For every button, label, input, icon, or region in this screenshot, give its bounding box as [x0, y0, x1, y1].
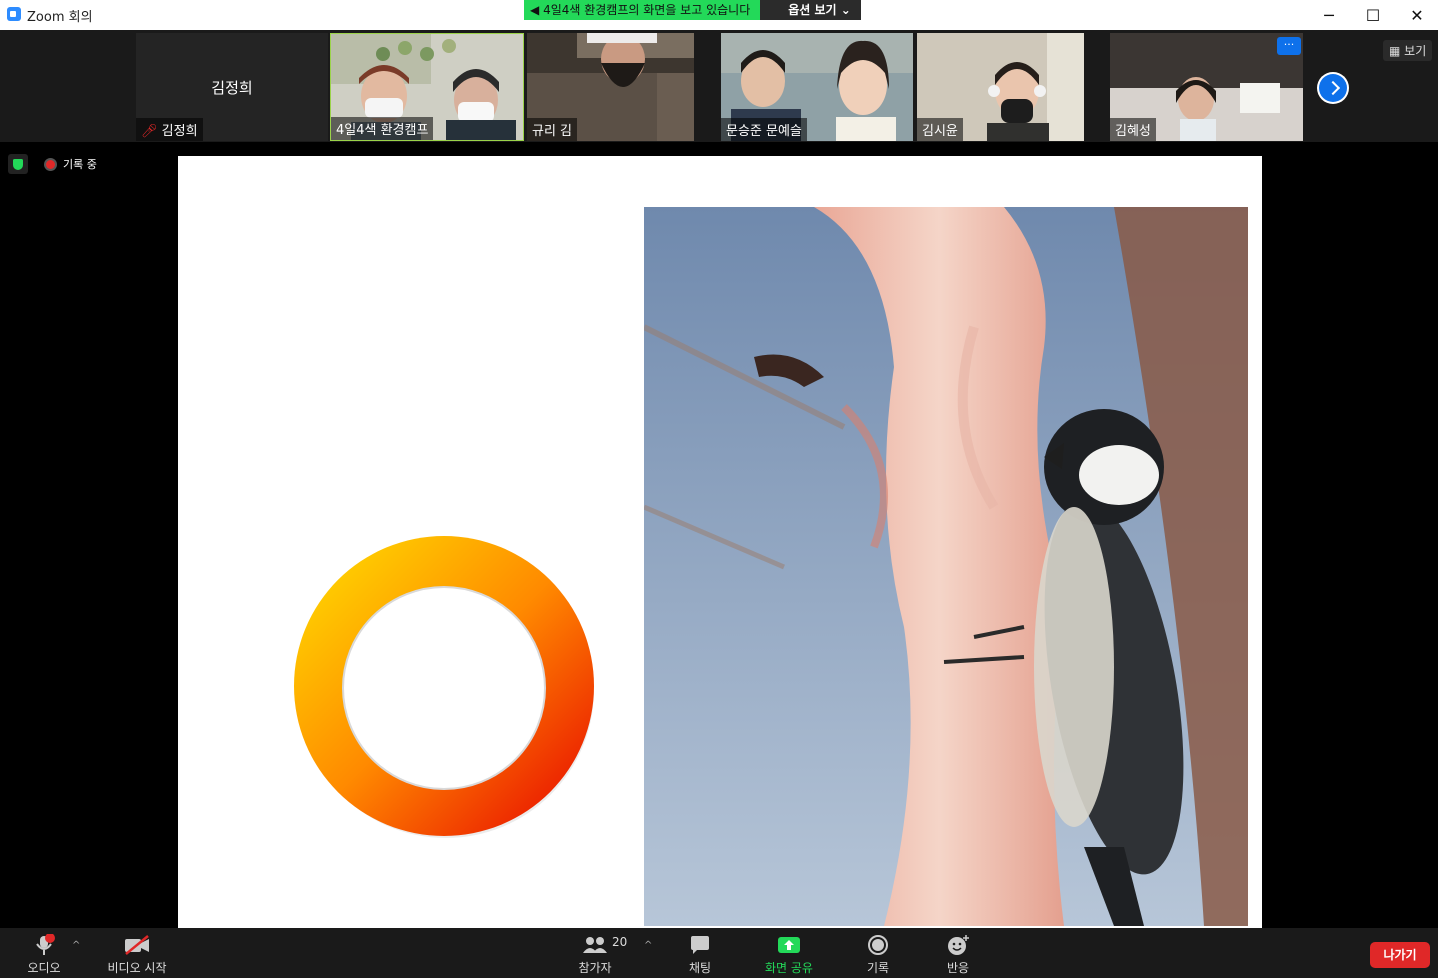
window-titlebar: Zoom 회의 ◀ 4일4색 환경캠프의 화면을 보고 있습니다 옵션 보기 ⌄… — [0, 0, 1438, 30]
smiley-icon — [948, 935, 969, 955]
record-label: 기록 — [866, 961, 890, 975]
video-off-icon — [125, 935, 149, 955]
participants-count: 20 — [612, 935, 628, 949]
chat-button[interactable]: 채팅 — [680, 928, 720, 978]
recording-label: 기록 중 — [63, 158, 97, 171]
participant-name-tag: 🎤︎ 김정희 — [136, 118, 203, 141]
more-options-button[interactable]: ··· — [1277, 37, 1301, 55]
chat-icon — [691, 936, 709, 954]
share-banner-message: ◀ 4일4색 환경캠프의 화면을 보고 있습니다 — [524, 0, 761, 20]
recording-indicator: 기록 중 — [46, 156, 97, 172]
speaker-icon: ◀ — [530, 3, 540, 17]
muted-mic-icon: 🎤︎ — [141, 124, 158, 139]
participant-display-name: 김정희 — [211, 79, 253, 97]
participants-icon — [583, 937, 607, 953]
participant-strip: 김정희 🎤︎ 김정희 4일4색 환경캠프 규리 김 문승준 문예슬 김시윤 ··… — [0, 30, 1438, 142]
participant-name: 김시윤 — [917, 118, 963, 141]
audio-options-caret[interactable]: ^ — [72, 940, 80, 951]
audio-button[interactable]: 오디오 — [24, 928, 64, 978]
chevron-down-icon: ⌄ — [840, 3, 851, 17]
view-button[interactable]: ▦ 보기 — [1383, 40, 1433, 61]
participant-name: 4일4색 환경캠프 — [331, 117, 434, 140]
participant-name: 문승준 문예슬 — [721, 118, 807, 141]
participant-tile[interactable]: 김정희 🎤︎ 김정희 — [136, 33, 328, 141]
participant-name: 규리 김 — [527, 118, 578, 141]
participant-tile-active-speaker[interactable]: 4일4색 환경캠프 — [330, 33, 524, 141]
reactions-button[interactable]: 반응 — [940, 928, 976, 978]
participant-tile[interactable]: 김시윤 — [917, 33, 1084, 141]
window-title: Zoom 회의 — [27, 10, 93, 25]
audio-label: 오디오 — [27, 961, 61, 975]
minimize-button[interactable]: ─ — [1306, 0, 1352, 30]
security-shield-icon[interactable] — [8, 154, 28, 174]
maximize-button[interactable]: ☐ — [1350, 0, 1396, 30]
view-options-button[interactable]: 옵션 보기 ⌄ — [760, 0, 861, 20]
record-button[interactable]: 기록 — [860, 928, 896, 978]
share-banner-text: 4일4색 환경캠프의 화면을 보고 있습니다 — [543, 3, 751, 17]
meeting-status: 기록 중 — [8, 154, 97, 174]
view-label: 보기 — [1404, 44, 1427, 58]
microphone-icon — [36, 934, 55, 955]
ring-graphic — [294, 536, 594, 838]
share-screen-icon — [778, 937, 800, 953]
bird-photo — [644, 207, 1248, 926]
participants-label: 참가자 — [578, 961, 612, 975]
video-label: 비디오 시작 — [107, 961, 167, 975]
participant-tile[interactable]: ··· 김혜성 — [1110, 33, 1303, 141]
reactions-label: 반응 — [946, 961, 970, 975]
participants-options-caret[interactable]: ^ — [644, 940, 652, 951]
meeting-toolbar: 오디오 ^ 비디오 시작 참가자 20 ^ 채팅 화면 공유 기록 반응 — [0, 928, 1438, 978]
start-video-button[interactable]: 비디오 시작 — [103, 928, 171, 978]
record-icon — [868, 935, 888, 955]
share-screen-label: 화면 공유 — [765, 961, 813, 975]
leave-button[interactable]: 나가기 — [1370, 942, 1430, 968]
participant-name: 김정희 — [161, 124, 198, 139]
participant-tile[interactable]: 문승준 문예슬 — [721, 33, 913, 141]
share-screen-button[interactable]: 화면 공유 — [760, 928, 818, 978]
bird-image — [644, 207, 1248, 926]
view-options-label: 옵션 보기 — [788, 3, 837, 17]
record-dot-icon — [46, 159, 55, 169]
grid-icon: ▦ — [1389, 44, 1405, 58]
next-page-button[interactable] — [1317, 72, 1349, 104]
shared-screen — [178, 156, 1262, 928]
chat-label: 채팅 — [688, 961, 712, 975]
share-banner: ◀ 4일4색 환경캠프의 화면을 보고 있습니다 옵션 보기 ⌄ — [524, 0, 861, 20]
participant-name: 김혜성 — [1110, 118, 1156, 141]
participant-tile[interactable]: 규리 김 — [527, 33, 694, 141]
close-button[interactable]: ✕ — [1394, 0, 1438, 30]
zoom-app-icon — [7, 7, 21, 21]
